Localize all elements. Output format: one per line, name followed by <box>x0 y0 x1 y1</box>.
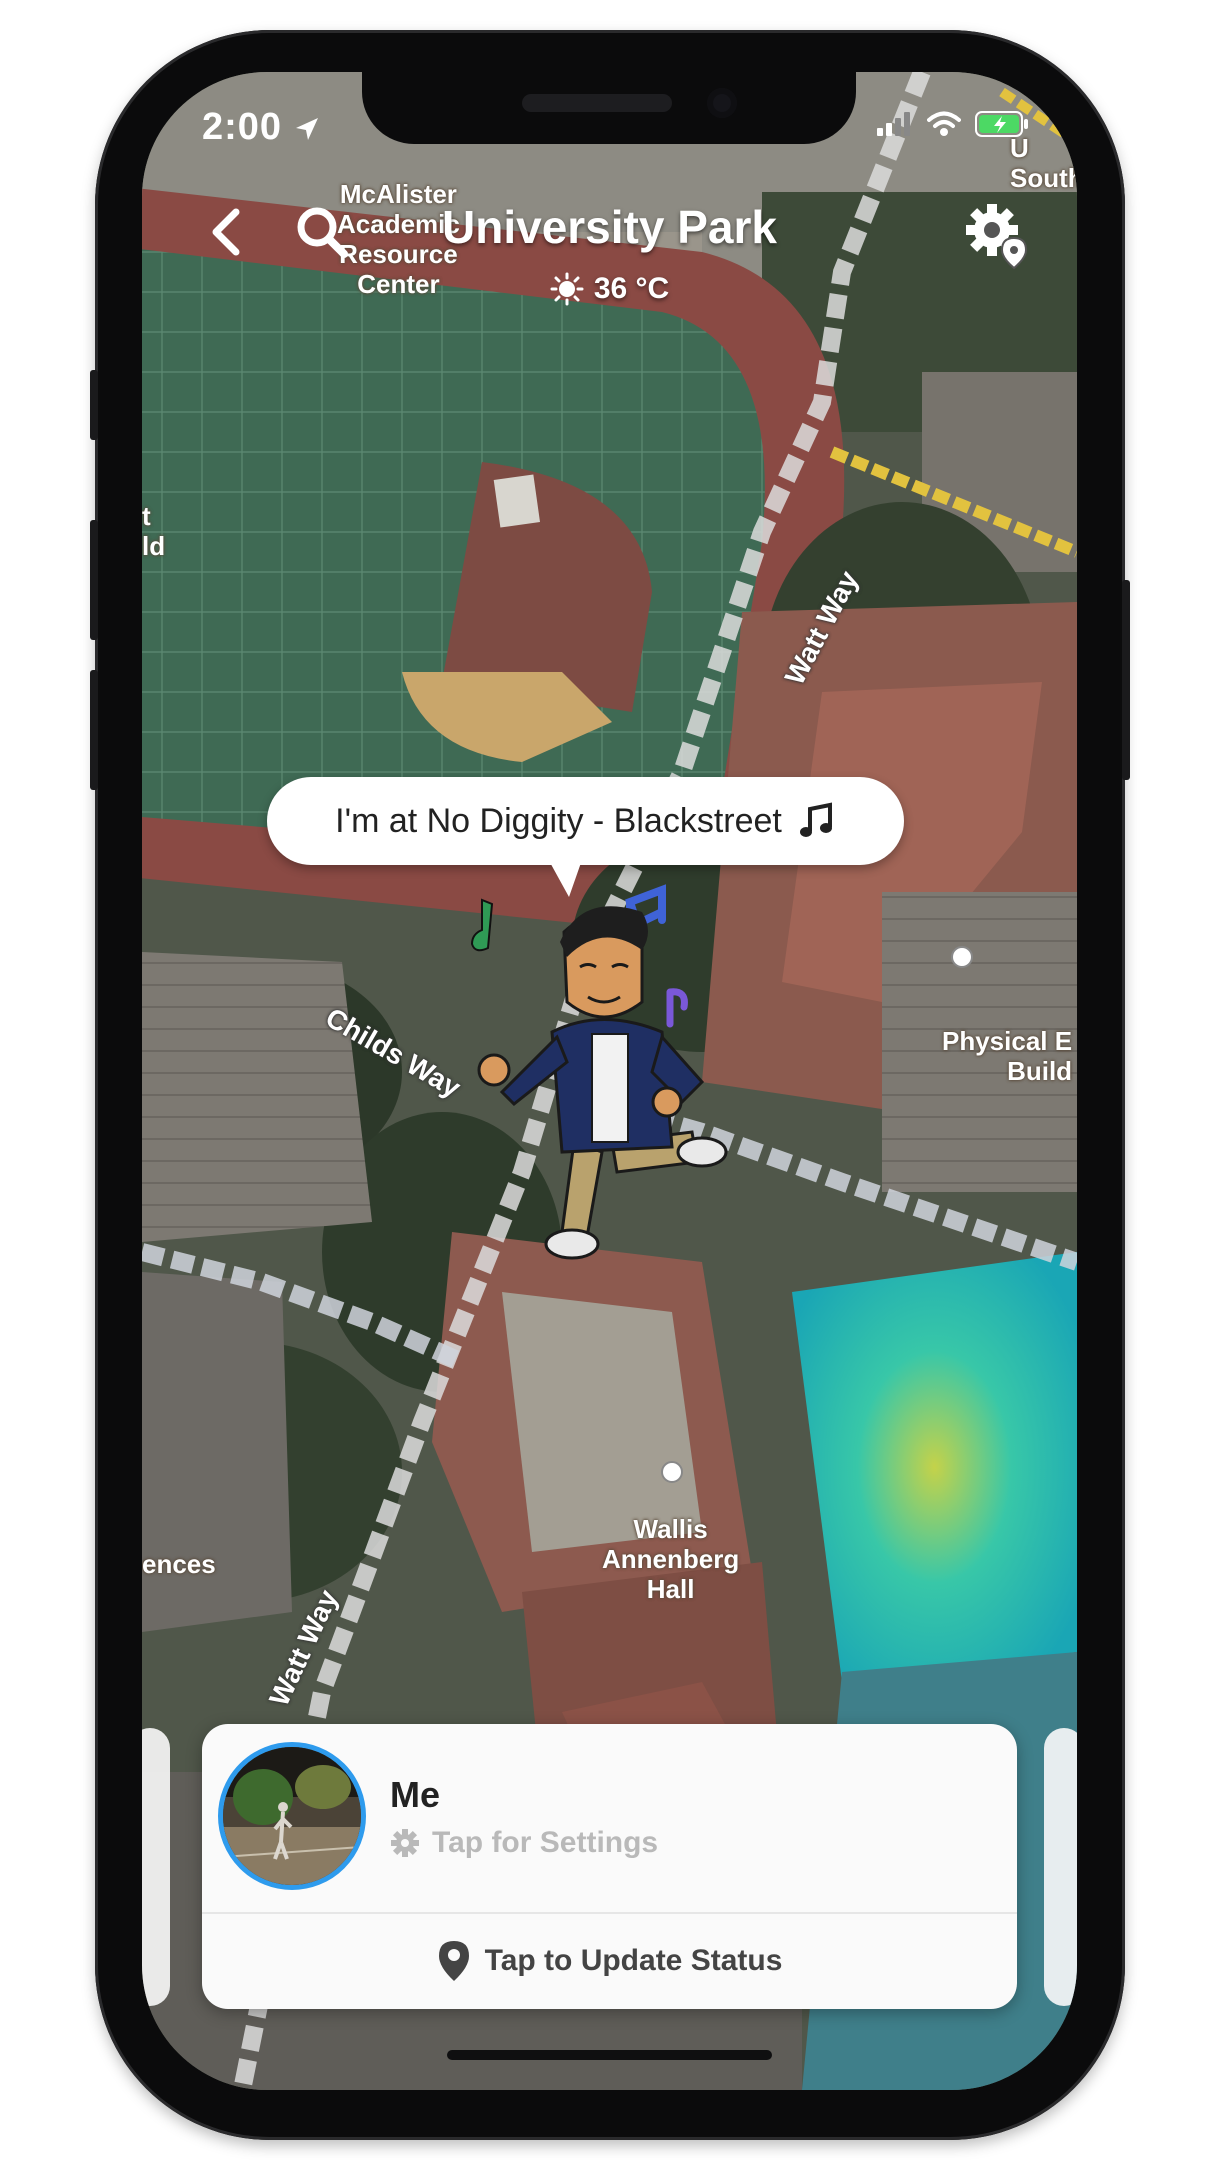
status-time: 2:00 <box>202 106 320 149</box>
music-note-icon <box>799 802 832 837</box>
me-card[interactable]: Me Tap for Settings Tap to Update Status <box>202 1724 1017 2009</box>
friend-card-prev[interactable] <box>142 1728 170 2006</box>
map-label-wallis-annenberg: Wallis Annenberg Hall <box>602 1514 740 1604</box>
volume-down-button <box>90 670 98 790</box>
gear-location-icon <box>966 204 1028 270</box>
avatar[interactable] <box>218 1742 366 1890</box>
map-label-physical-ed: Physical E Build <box>942 1026 1073 1086</box>
wifi-icon <box>927 111 961 136</box>
location-arrow-icon <box>295 117 318 140</box>
speaker <box>522 94 672 112</box>
temperature-label: 36 °C <box>593 272 670 305</box>
status-indicators <box>877 110 1029 138</box>
clock: 2:00 <box>202 106 283 148</box>
weather-readout: 36 °C <box>142 272 1077 306</box>
profile-photo <box>223 1747 361 1885</box>
sun-icon <box>550 272 584 306</box>
map-label-top-right: U South <box>1010 133 1077 193</box>
map-label-left-edge: t ld <box>142 501 166 561</box>
tap-for-settings[interactable]: Tap for Settings <box>390 1826 658 1860</box>
battery-charging-icon <box>975 111 1028 137</box>
gear-icon <box>391 1829 419 1857</box>
update-status-button[interactable]: Tap to Update Status <box>202 1912 1017 2009</box>
screen: McAlister Academic Resource Center U Sou… <box>142 72 1077 2090</box>
friend-card-next[interactable] <box>1044 1728 1077 2006</box>
location-pin-icon <box>438 1940 469 1981</box>
map-label-ences: ences <box>142 1549 216 1579</box>
cellular-signal-icon <box>877 112 910 136</box>
location-title: University Park <box>442 201 777 253</box>
front-camera <box>707 88 737 118</box>
volume-up-button <box>90 520 98 640</box>
status-bubble-tail <box>547 857 583 897</box>
user-name: Me <box>390 1774 441 1815</box>
notch <box>362 72 856 144</box>
map-settings-button[interactable] <box>962 200 1032 270</box>
power-button <box>1122 580 1130 780</box>
update-status-label: Tap to Update Status <box>484 1943 783 1977</box>
status-bubble[interactable]: I'm at No Diggity - Blackstreet <box>267 777 904 865</box>
mute-switch <box>90 370 98 440</box>
home-indicator[interactable] <box>447 2050 772 2060</box>
settings-hint-label: Tap for Settings <box>432 1826 659 1859</box>
status-bubble-text: I'm at No Diggity - Blackstreet <box>335 801 782 840</box>
